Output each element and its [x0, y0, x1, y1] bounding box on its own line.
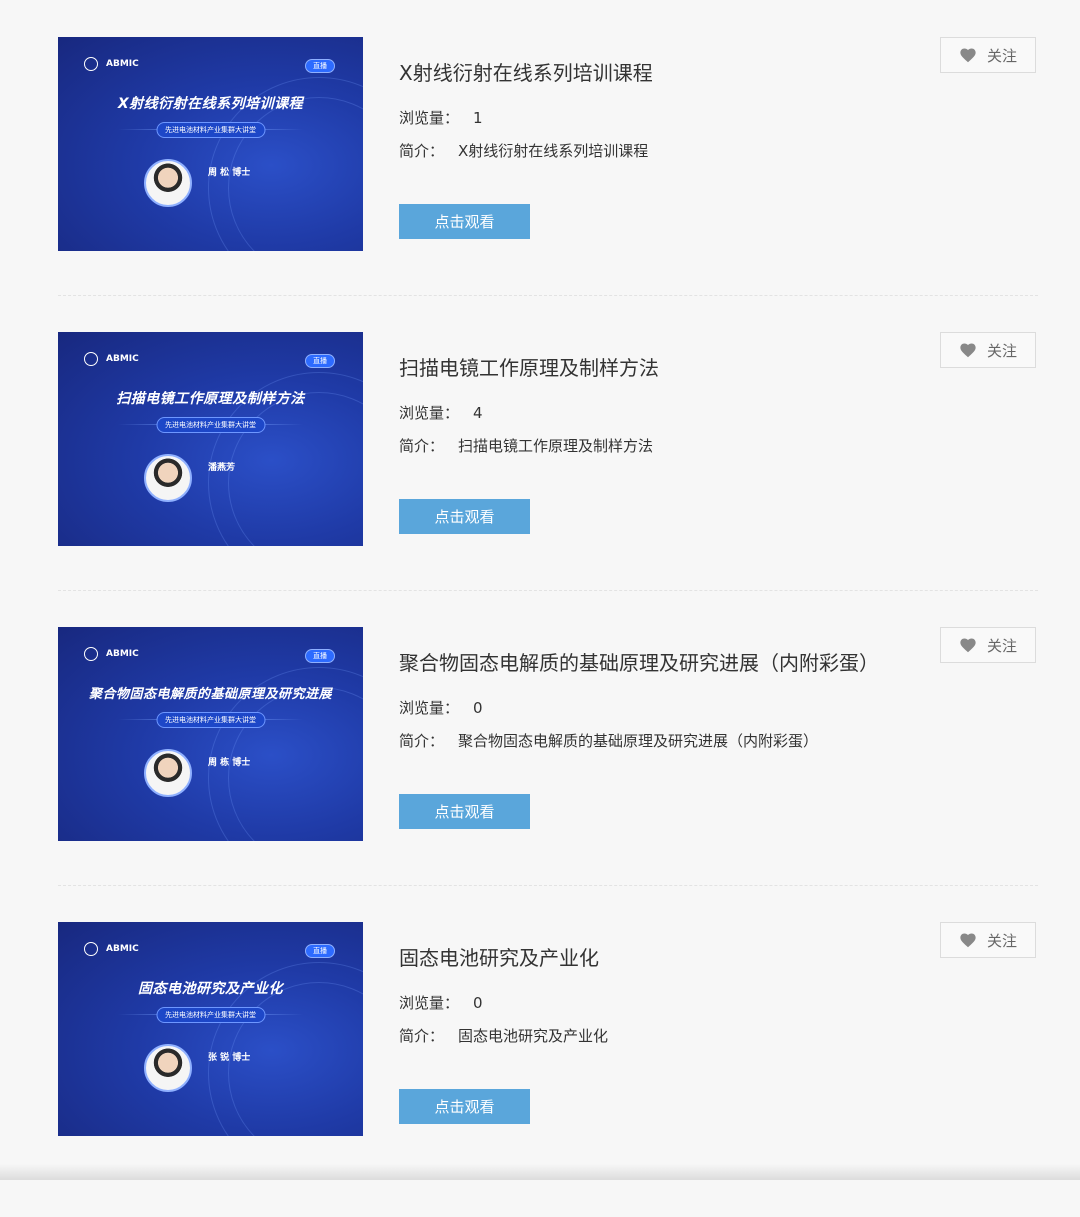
speaker-avatar [144, 749, 192, 797]
poster-title: 固态电池研究及产业化 [138, 981, 283, 997]
logo-icon [84, 942, 98, 956]
heart-icon [960, 48, 976, 63]
views-value: 4 [473, 404, 483, 422]
intro-value: 扫描电镜工作原理及制样方法 [458, 437, 654, 455]
poster-org: ABMIC [106, 649, 139, 659]
follow-button[interactable]: 关注 [940, 922, 1036, 958]
views-value: 0 [473, 994, 483, 1012]
live-badge: 直播 [305, 59, 335, 73]
poster-org: ABMIC [106, 354, 139, 364]
poster-title: X射线衍射在线系列培训课程 [117, 96, 304, 112]
live-badge: 直播 [305, 944, 335, 958]
poster-series: 先进电池材料产业集群大讲堂 [156, 417, 265, 433]
poster-logo: ABMIC [84, 647, 139, 661]
intro-label: 简介： [399, 732, 445, 750]
heart-icon [960, 343, 976, 358]
views-value: 0 [473, 699, 483, 717]
follow-button[interactable]: 关注 [940, 627, 1036, 663]
follow-label: 关注 [986, 931, 1017, 950]
course-views: 浏览量： 0 [399, 697, 483, 718]
follow-button[interactable]: 关注 [940, 332, 1036, 368]
follow-label: 关注 [986, 636, 1017, 655]
intro-value: X射线衍射在线系列培训课程 [458, 142, 649, 160]
heart-icon [960, 933, 976, 948]
course-views: 浏览量： 0 [399, 992, 483, 1013]
logo-icon [84, 352, 98, 366]
poster-speaker: 张 锐 博士 [208, 1053, 251, 1063]
live-badge: 直播 [305, 649, 335, 663]
poster-logo: ABMIC [84, 942, 139, 956]
intro-value: 聚合物固态电解质的基础原理及研究进展（内附彩蛋） [458, 732, 819, 750]
views-label: 浏览量： [399, 994, 460, 1012]
follow-label: 关注 [986, 341, 1017, 360]
intro-label: 简介： [399, 1027, 445, 1045]
intro-label: 简介： [399, 142, 445, 160]
course-views: 浏览量： 4 [399, 402, 483, 423]
follow-label: 关注 [986, 46, 1017, 65]
course-item: ABMIC 直播 扫描电镜工作原理及制样方法 先进电池材料产业集群大讲堂 潘燕芳… [58, 295, 1038, 627]
course-intro: 简介： 扫描电镜工作原理及制样方法 [399, 435, 653, 456]
course-list: ABMIC 直播 X射线衍射在线系列培训课程 先进电池材料产业集群大讲堂 周 松… [58, 37, 1038, 1217]
course-poster[interactable]: ABMIC 直播 聚合物固态电解质的基础原理及研究进展 先进电池材料产业集群大讲… [58, 627, 363, 841]
follow-button[interactable]: 关注 [940, 37, 1036, 73]
views-label: 浏览量： [399, 404, 460, 422]
course-poster[interactable]: ABMIC 直播 X射线衍射在线系列培训课程 先进电池材料产业集群大讲堂 周 松… [58, 37, 363, 251]
poster-speaker: 周 栋 博士 [208, 758, 251, 768]
course-title[interactable]: X射线衍射在线系列培训课程 [399, 57, 653, 86]
course-title[interactable]: 固态电池研究及产业化 [399, 942, 599, 971]
watch-button[interactable]: 点击观看 [399, 1089, 530, 1124]
views-value: 1 [473, 109, 483, 127]
course-item: ABMIC 直播 X射线衍射在线系列培训课程 先进电池材料产业集群大讲堂 周 松… [58, 37, 1038, 332]
bottom-edge-shadow [0, 1164, 1080, 1180]
heart-icon [960, 638, 976, 653]
watch-button[interactable]: 点击观看 [399, 204, 530, 239]
live-badge: 直播 [305, 354, 335, 368]
poster-org: ABMIC [106, 944, 139, 954]
course-title[interactable]: 扫描电镜工作原理及制样方法 [399, 352, 659, 381]
logo-icon [84, 57, 98, 71]
speaker-avatar [144, 454, 192, 502]
course-intro: 简介： X射线衍射在线系列培训课程 [399, 140, 648, 161]
course-intro: 简介： 固态电池研究及产业化 [399, 1025, 608, 1046]
speaker-avatar [144, 159, 192, 207]
course-item: ABMIC 直播 聚合物固态电解质的基础原理及研究进展 先进电池材料产业集群大讲… [58, 590, 1038, 922]
views-label: 浏览量： [399, 109, 460, 127]
course-poster[interactable]: ABMIC 直播 固态电池研究及产业化 先进电池材料产业集群大讲堂 张 锐 博士 [58, 922, 363, 1136]
logo-icon [84, 647, 98, 661]
intro-label: 简介： [399, 437, 445, 455]
views-label: 浏览量： [399, 699, 460, 717]
poster-logo: ABMIC [84, 352, 139, 366]
poster-series: 先进电池材料产业集群大讲堂 [156, 1007, 265, 1023]
course-views: 浏览量： 1 [399, 107, 483, 128]
course-title[interactable]: 聚合物固态电解质的基础原理及研究进展（内附彩蛋） [399, 647, 879, 676]
poster-series: 先进电池材料产业集群大讲堂 [156, 712, 265, 728]
poster-speaker: 潘燕芳 [208, 463, 236, 473]
speaker-avatar [144, 1044, 192, 1092]
intro-value: 固态电池研究及产业化 [458, 1027, 609, 1045]
poster-org: ABMIC [106, 59, 139, 69]
poster-series: 先进电池材料产业集群大讲堂 [156, 122, 265, 138]
watch-button[interactable]: 点击观看 [399, 499, 530, 534]
poster-title: 聚合物固态电解质的基础原理及研究进展 [88, 687, 332, 702]
course-intro: 简介： 聚合物固态电解质的基础原理及研究进展（内附彩蛋） [399, 730, 818, 751]
poster-title: 扫描电镜工作原理及制样方法 [116, 391, 305, 407]
course-poster[interactable]: ABMIC 直播 扫描电镜工作原理及制样方法 先进电池材料产业集群大讲堂 潘燕芳 [58, 332, 363, 546]
watch-button[interactable]: 点击观看 [399, 794, 530, 829]
poster-logo: ABMIC [84, 57, 139, 71]
poster-speaker: 周 松 博士 [208, 168, 251, 178]
